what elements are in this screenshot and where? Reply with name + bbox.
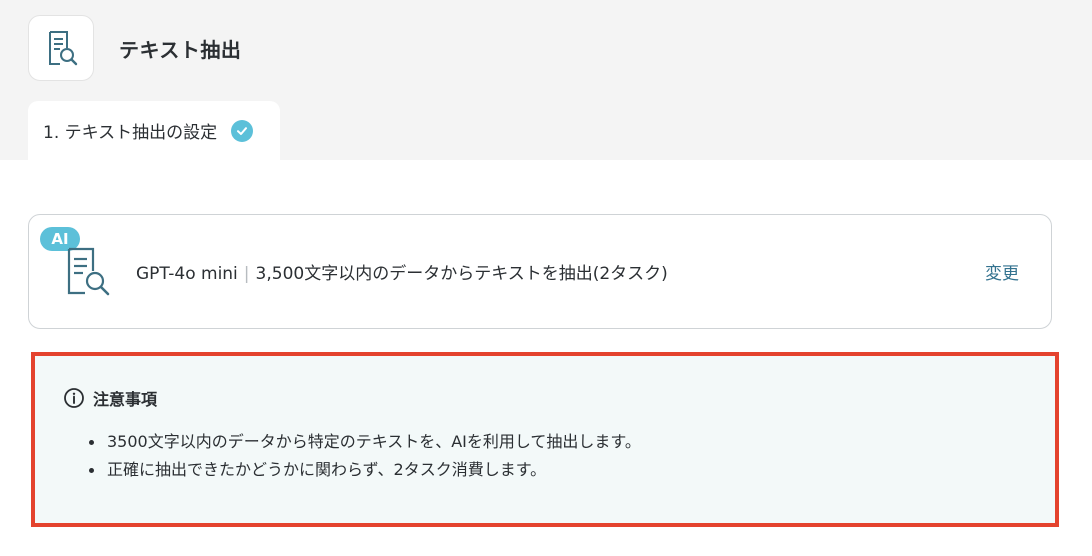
action-detail: 3,500文字以内のデータからテキストを抽出(2タスク): [255, 264, 668, 284]
change-button[interactable]: 変更: [985, 259, 1019, 284]
notice-list: 3500文字以内のデータから特定のテキストを、AIを利用して抽出します。 正確に…: [89, 428, 641, 484]
page: テキスト抽出 1. テキスト抽出の設定 AI GPT-4o mini | 3,500…: [0, 0, 1092, 556]
document-search-icon: [49, 31, 78, 66]
tab-text-extraction-settings[interactable]: 1. テキスト抽出の設定: [28, 101, 280, 160]
action-description: GPT-4o mini | 3,500文字以内のデータからテキストを抽出(2タスク): [136, 259, 668, 284]
separator: |: [243, 264, 250, 284]
notice-item: 3500文字以内のデータから特定のテキストを、AIを利用して抽出します。: [89, 428, 641, 456]
check-circle-icon: [231, 119, 254, 142]
page-title: テキスト抽出: [119, 38, 242, 62]
notice-header: 注意事項: [63, 386, 157, 410]
header: テキスト抽出 1. テキスト抽出の設定: [0, 0, 1092, 160]
notice-title: 注意事項: [93, 390, 158, 409]
tab-label: 1. テキスト抽出の設定: [43, 123, 218, 143]
document-search-icon: [67, 247, 110, 296]
notice-box: 注意事項 3500文字以内のデータから特定のテキストを、AIを利用して抽出します…: [31, 352, 1059, 527]
app-icon-container: [28, 15, 94, 81]
info-circle-icon: [64, 388, 84, 408]
model-name: GPT-4o mini: [136, 264, 238, 284]
action-card: AI GPT-4o mini | 3,500文字以内のデータからテキストを抽出(2タ…: [28, 214, 1052, 329]
notice-item: 正確に抽出できたかどうかに関わらず、2タスク消費します。: [89, 456, 641, 484]
